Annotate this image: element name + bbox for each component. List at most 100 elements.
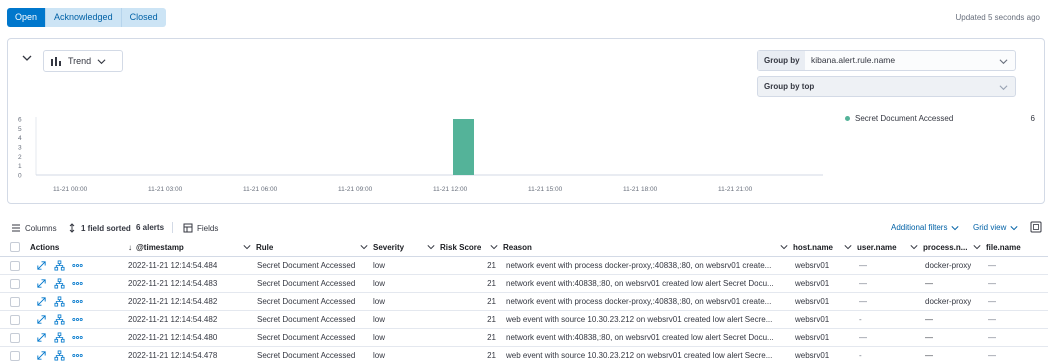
- table-row[interactable]: 2022-11-21 12:14:54.480 Secret Document A…: [0, 329, 1048, 347]
- cell-risk-score[interactable]: 21: [440, 347, 496, 363]
- row-checkbox[interactable]: [10, 278, 20, 289]
- cell-risk-score[interactable]: 21: [440, 293, 496, 310]
- cell-host-name[interactable]: websrv01: [795, 347, 829, 363]
- fields-button[interactable]: Fields: [183, 223, 218, 233]
- cell-file-name[interactable]: —: [988, 275, 996, 292]
- tab-closed[interactable]: Closed: [120, 8, 166, 27]
- cell-severity[interactable]: low: [373, 347, 385, 363]
- cell-timestamp[interactable]: 2022-11-21 12:14:54.480: [128, 329, 217, 346]
- header-rule[interactable]: Rule: [243, 238, 273, 256]
- cell-rule[interactable]: Secret Document Accessed: [257, 347, 355, 363]
- more-actions-icon[interactable]: [72, 278, 83, 289]
- header-severity[interactable]: Severity: [360, 238, 404, 256]
- analyze-graph-icon[interactable]: [54, 332, 65, 343]
- table-row[interactable]: 2022-11-21 12:14:54.483 Secret Document A…: [0, 275, 1048, 293]
- additional-filters-button[interactable]: Additional filters: [891, 223, 960, 232]
- header-risk-score[interactable]: Risk Score: [427, 238, 481, 256]
- header-host-name[interactable]: host.name: [780, 238, 833, 256]
- cell-reason[interactable]: network event with process docker-proxy,…: [506, 257, 789, 274]
- row-checkbox[interactable]: [10, 332, 20, 343]
- cell-file-name[interactable]: —: [988, 293, 996, 310]
- cell-risk-score[interactable]: 21: [440, 329, 496, 346]
- cell-severity[interactable]: low: [373, 257, 385, 274]
- expand-event-icon[interactable]: [36, 350, 47, 361]
- header-file-name[interactable]: file.name: [973, 238, 1021, 256]
- cell-severity[interactable]: low: [373, 311, 385, 328]
- expand-event-icon[interactable]: [36, 260, 47, 271]
- table-row[interactable]: 2022-11-21 12:14:54.484 Secret Document A…: [0, 257, 1048, 275]
- analyze-graph-icon[interactable]: [54, 278, 65, 289]
- columns-button[interactable]: Columns: [11, 223, 57, 233]
- more-actions-icon[interactable]: [72, 296, 83, 307]
- more-actions-icon[interactable]: [72, 350, 83, 361]
- cell-process-name[interactable]: —: [925, 347, 933, 363]
- cell-user-name[interactable]: —: [859, 257, 867, 274]
- analyze-graph-icon[interactable]: [54, 350, 65, 361]
- expand-event-icon[interactable]: [36, 314, 47, 325]
- cell-file-name[interactable]: —: [988, 311, 996, 328]
- cell-host-name[interactable]: websrv01: [795, 275, 829, 292]
- cell-user-name[interactable]: —: [859, 293, 867, 310]
- cell-user-name[interactable]: —: [859, 329, 867, 346]
- cell-timestamp[interactable]: 2022-11-21 12:14:54.483: [128, 275, 217, 292]
- cell-risk-score[interactable]: 21: [440, 257, 496, 274]
- header-process-name[interactable]: process.n...: [910, 238, 967, 256]
- cell-severity[interactable]: low: [373, 293, 385, 310]
- row-checkbox[interactable]: [10, 260, 20, 271]
- analyze-graph-icon[interactable]: [54, 296, 65, 307]
- cell-rule[interactable]: Secret Document Accessed: [257, 311, 355, 328]
- tab-acknowledged[interactable]: Acknowledged: [45, 8, 121, 27]
- cell-host-name[interactable]: websrv01: [795, 293, 829, 310]
- cell-risk-score[interactable]: 21: [440, 311, 496, 328]
- cell-host-name[interactable]: websrv01: [795, 311, 829, 328]
- analyze-graph-icon[interactable]: [54, 314, 65, 325]
- cell-host-name[interactable]: websrv01: [795, 257, 829, 274]
- expand-event-icon[interactable]: [36, 278, 47, 289]
- row-checkbox[interactable]: [10, 314, 20, 325]
- grid-view-button[interactable]: Grid view: [973, 223, 1018, 232]
- cell-rule[interactable]: Secret Document Accessed: [257, 329, 355, 346]
- tab-open[interactable]: Open: [7, 8, 46, 27]
- header-timestamp[interactable]: ↓ @timestamp: [128, 238, 184, 256]
- select-all-checkbox[interactable]: [10, 242, 20, 252]
- cell-process-name[interactable]: docker-proxy: [925, 293, 971, 310]
- cell-reason[interactable]: web event with source 10.30.23.212 on we…: [506, 311, 789, 328]
- cell-reason[interactable]: network event with process docker-proxy,…: [506, 293, 789, 310]
- cell-file-name[interactable]: —: [988, 257, 996, 274]
- cell-process-name[interactable]: —: [925, 311, 933, 328]
- histogram-bar[interactable]: [453, 119, 474, 175]
- sort-button[interactable]: 1 field sorted: [67, 223, 131, 233]
- cell-rule[interactable]: Secret Document Accessed: [257, 275, 355, 292]
- cell-timestamp[interactable]: 2022-11-21 12:14:54.478: [128, 347, 217, 363]
- cell-reason[interactable]: network event with:40838,:80, on websrv0…: [506, 275, 789, 292]
- cell-severity[interactable]: low: [373, 275, 385, 292]
- table-row[interactable]: 2022-11-21 12:14:54.478 Secret Document A…: [0, 347, 1048, 363]
- cell-user-name[interactable]: —: [859, 275, 867, 292]
- table-row[interactable]: 2022-11-21 12:14:54.482 Secret Document A…: [0, 293, 1048, 311]
- cell-process-name[interactable]: docker-proxy: [925, 257, 971, 274]
- chart-legend-item[interactable]: Secret Document Accessed 6: [845, 114, 1035, 123]
- row-checkbox[interactable]: [10, 350, 20, 361]
- expand-event-icon[interactable]: [36, 296, 47, 307]
- header-user-name[interactable]: user.name: [844, 238, 897, 256]
- cell-reason[interactable]: network event with:40838,:80, on websrv0…: [506, 329, 789, 346]
- analyze-graph-icon[interactable]: [54, 260, 65, 271]
- cell-process-name[interactable]: —: [925, 329, 933, 346]
- cell-file-name[interactable]: —: [988, 329, 996, 346]
- row-checkbox[interactable]: [10, 296, 20, 307]
- cell-user-name[interactable]: -: [859, 347, 862, 363]
- cell-severity[interactable]: low: [373, 329, 385, 346]
- expand-event-icon[interactable]: [36, 332, 47, 343]
- fullscreen-icon[interactable]: [1030, 221, 1042, 233]
- cell-rule[interactable]: Secret Document Accessed: [257, 293, 355, 310]
- header-reason[interactable]: Reason: [490, 238, 532, 256]
- cell-file-name[interactable]: —: [988, 347, 996, 363]
- cell-process-name[interactable]: —: [925, 275, 933, 292]
- more-actions-icon[interactable]: [72, 260, 83, 271]
- cell-rule[interactable]: Secret Document Accessed: [257, 257, 355, 274]
- table-row[interactable]: 2022-11-21 12:14:54.482 Secret Document A…: [0, 311, 1048, 329]
- cell-host-name[interactable]: websrv01: [795, 329, 829, 346]
- more-actions-icon[interactable]: [72, 332, 83, 343]
- cell-user-name[interactable]: -: [859, 311, 862, 328]
- cell-reason[interactable]: web event with source 10.30.23.212 on we…: [506, 347, 789, 363]
